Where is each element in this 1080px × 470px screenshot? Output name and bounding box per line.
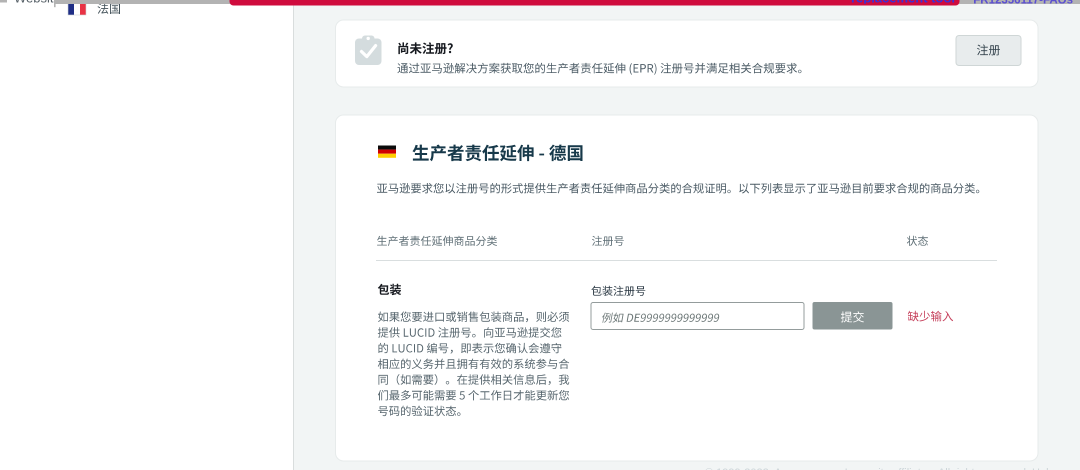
svg-text:Website: Website [14, 0, 61, 5]
